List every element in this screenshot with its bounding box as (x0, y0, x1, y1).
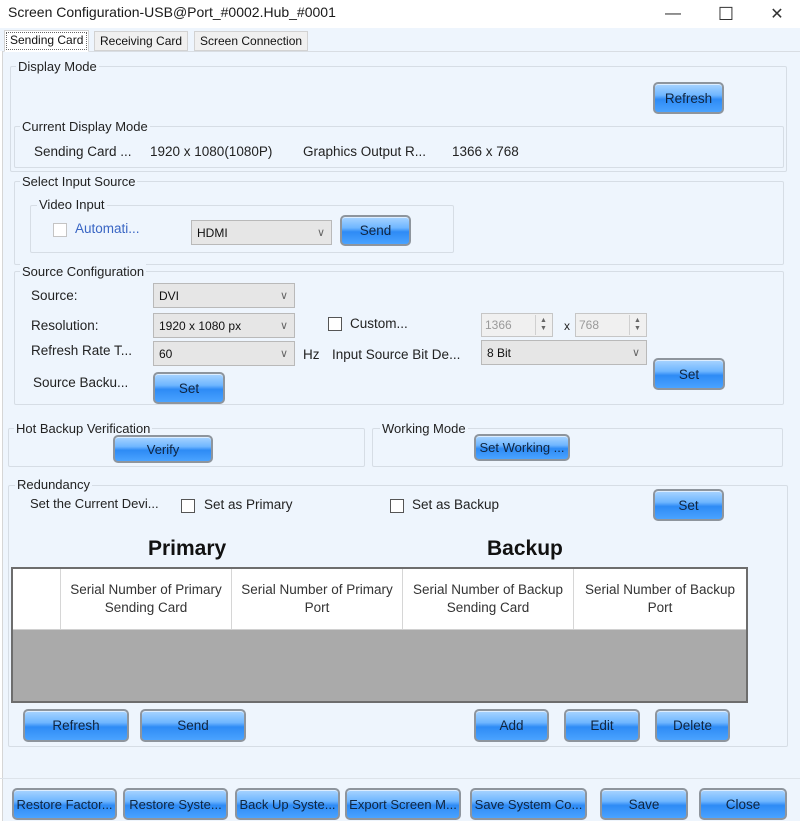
back-up-system-button[interactable]: Back Up Syste... (235, 788, 340, 820)
minimize-icon: — (665, 5, 681, 22)
table-header-backup-port[interactable]: Serial Number of Backup Port (574, 569, 746, 629)
hz-label: Hz (303, 347, 320, 362)
maximize-button[interactable]: ☐ (703, 0, 749, 28)
select-input-source-legend: Select Input Source (20, 174, 138, 189)
export-screen-button[interactable]: Export Screen M... (345, 788, 461, 820)
source-select[interactable]: DVI ∨ (153, 283, 295, 308)
source-backup-label: Source Backu... (33, 375, 129, 390)
window-title: Screen Configuration-USB@Port_#0002.Hub_… (8, 4, 336, 20)
source-backup-set-button[interactable]: Set (153, 372, 225, 404)
current-display-mode-legend: Current Display Mode (20, 119, 150, 134)
display-mode-legend: Display Mode (16, 59, 99, 74)
video-input-legend: Video Input (37, 197, 107, 212)
table-send-button[interactable]: Send (140, 709, 246, 742)
spinner-arrows-icon[interactable]: ▲ ▼ (629, 315, 645, 335)
chevron-down-icon: ∨ (279, 347, 288, 360)
automatic-checkbox[interactable] (53, 223, 67, 237)
automatic-label[interactable]: Automati... (75, 221, 140, 236)
sending-card-resolution-value: 1920 x 1080(1080P) (150, 144, 273, 159)
set-as-primary-label[interactable]: Set as Primary (204, 497, 293, 512)
maximize-icon: ☐ (717, 3, 735, 24)
working-mode-legend: Working Mode (380, 421, 468, 436)
source-value: DVI (159, 288, 180, 303)
close-button[interactable]: Close (699, 788, 787, 820)
left-border (0, 51, 3, 821)
tab-receiving-card[interactable]: Receiving Card (94, 31, 189, 51)
bit-depth-label: Input Source Bit De... (332, 347, 461, 362)
custom-height-input[interactable]: 768 ▲ ▼ (575, 313, 647, 337)
verify-button[interactable]: Verify (113, 435, 213, 463)
video-input-send-button[interactable]: Send (340, 215, 411, 246)
table-header: Serial Number of Primary Sending Card Se… (13, 569, 746, 630)
custom-width-value: 1366 (485, 318, 512, 332)
custom-times-label: x (564, 319, 570, 333)
hot-backup-legend: Hot Backup Verification (14, 421, 153, 436)
current-device-label: Set the Current Devi... (30, 496, 159, 511)
video-input-value: HDMI (197, 225, 228, 240)
bit-depth-value: 8 Bit (487, 345, 512, 360)
custom-checkbox[interactable] (328, 317, 342, 331)
sending-card-resolution-label: Sending Card ... (34, 144, 132, 159)
resolution-select[interactable]: 1920 x 1080 px ∨ (153, 313, 295, 338)
chevron-down-icon: ∨ (316, 226, 325, 239)
table-header-primary-sending-card[interactable]: Serial Number of Primary Sending Card (61, 569, 232, 629)
bit-depth-select[interactable]: 8 Bit ∨ (481, 340, 647, 365)
footer-separator (0, 778, 800, 779)
set-as-backup-label[interactable]: Set as Backup (412, 497, 499, 512)
display-mode-refresh-button[interactable]: Refresh (653, 82, 724, 114)
table-header-index (13, 569, 61, 629)
resolution-value: 1920 x 1080 px (159, 318, 242, 333)
video-input-select[interactable]: HDMI ∨ (191, 220, 332, 245)
table-header-primary-port[interactable]: Serial Number of Primary Port (232, 569, 403, 629)
restore-system-button[interactable]: Restore Syste... (123, 788, 228, 820)
redundancy-legend: Redundancy (15, 477, 92, 492)
restore-factory-button[interactable]: Restore Factor... (12, 788, 117, 820)
minimize-button[interactable]: — (650, 0, 696, 28)
source-config-set-button[interactable]: Set (653, 358, 725, 390)
refresh-rate-select[interactable]: 60 ∨ (153, 341, 295, 366)
redundancy-table[interactable]: Serial Number of Primary Sending Card Se… (11, 567, 748, 703)
refresh-rate-label: Refresh Rate T... (31, 343, 133, 358)
redundancy-set-button[interactable]: Set (653, 489, 724, 521)
chevron-down-icon: ∨ (631, 346, 640, 359)
refresh-rate-value: 60 (159, 346, 173, 361)
tab-sending-card[interactable]: Sending Card (4, 30, 90, 52)
set-working-mode-button[interactable]: Set Working ... (474, 434, 570, 461)
spinner-arrows-icon[interactable]: ▲ ▼ (535, 315, 551, 335)
table-refresh-button[interactable]: Refresh (23, 709, 129, 742)
table-edit-button[interactable]: Edit (564, 709, 640, 742)
save-button[interactable]: Save (600, 788, 688, 820)
table-delete-button[interactable]: Delete (655, 709, 730, 742)
source-label: Source: (31, 288, 78, 303)
primary-heading: Primary (148, 537, 227, 560)
close-icon: ✕ (770, 6, 784, 23)
chevron-down-icon: ∨ (279, 289, 288, 302)
chevron-down-icon: ∨ (279, 319, 288, 332)
graphics-output-label: Graphics Output R... (303, 144, 427, 159)
resolution-label: Resolution: (31, 318, 99, 333)
close-window-button[interactable]: ✕ (754, 0, 800, 28)
table-add-button[interactable]: Add (474, 709, 549, 742)
set-as-primary-checkbox[interactable] (181, 499, 195, 513)
backup-heading: Backup (487, 537, 563, 560)
custom-width-input[interactable]: 1366 ▲ ▼ (481, 313, 553, 337)
graphics-output-value: 1366 x 768 (452, 144, 519, 159)
set-as-backup-checkbox[interactable] (390, 499, 404, 513)
save-system-config-button[interactable]: Save System Co... (470, 788, 587, 820)
custom-label[interactable]: Custom... (350, 316, 408, 331)
table-header-backup-sending-card[interactable]: Serial Number of Backup Sending Card (403, 569, 574, 629)
custom-height-value: 768 (579, 318, 600, 332)
tab-screen-connection[interactable]: Screen Connection (194, 31, 309, 51)
source-configuration-legend: Source Configuration (20, 264, 147, 279)
